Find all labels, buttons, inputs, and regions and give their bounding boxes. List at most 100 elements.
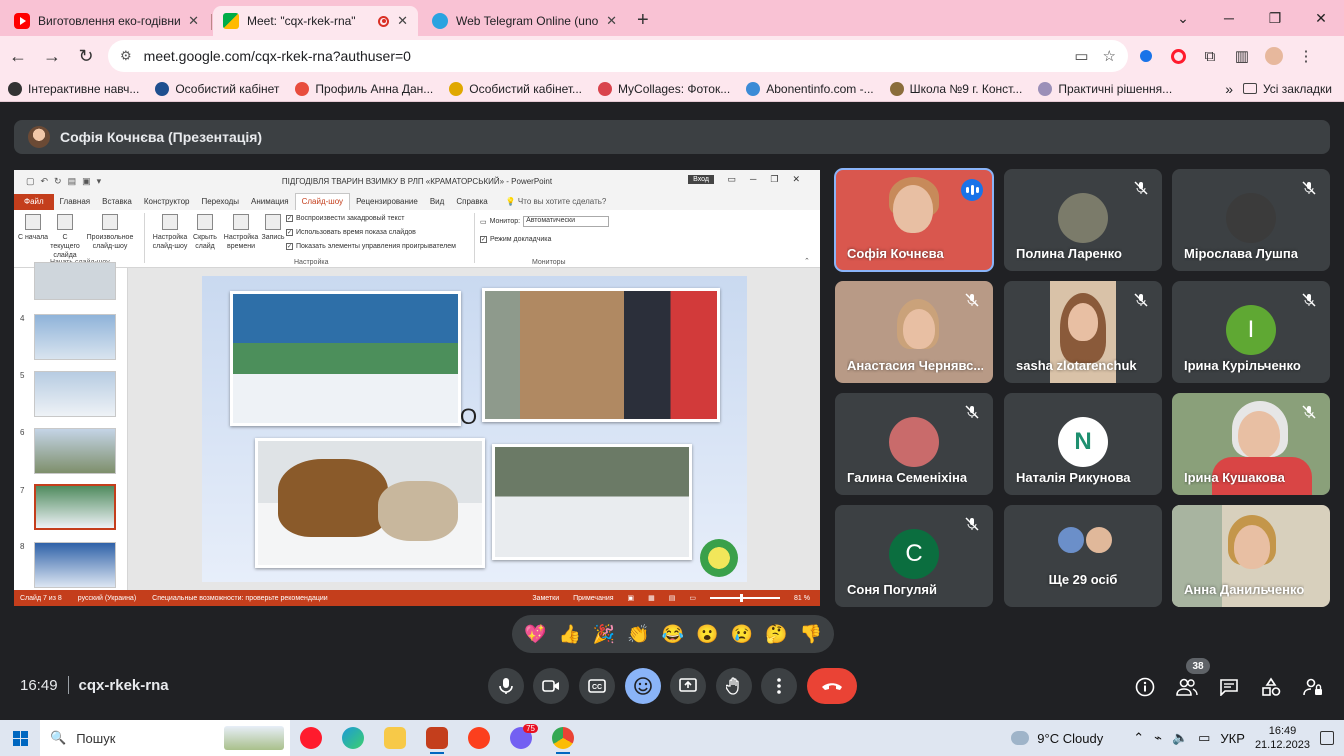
more-participants-tile[interactable]: Ще 29 осіб bbox=[1004, 505, 1162, 607]
browser-menu-icon[interactable]: ⋮ bbox=[1292, 42, 1320, 70]
accessibility-status[interactable]: Специальные возможности: проверьте реком… bbox=[152, 595, 328, 602]
tab-telegram[interactable]: Web Telegram Online (unoffici ✕ bbox=[422, 6, 627, 36]
sorter-view-icon[interactable]: ▦ bbox=[648, 594, 655, 602]
participant-tile[interactable]: Ірина Кушакова bbox=[1172, 393, 1330, 495]
raise-hand-button[interactable] bbox=[716, 668, 752, 704]
more-options-button[interactable] bbox=[761, 668, 797, 704]
slide-thumbnail[interactable] bbox=[34, 314, 116, 360]
participant-tile[interactable]: Анастасия Чернявс... bbox=[835, 281, 993, 383]
reaction-thumbs-up-icon[interactable]: 👍 bbox=[558, 624, 580, 645]
address-bar[interactable]: ⚙ meet.google.com/cqx-rkek-rna?authuser=… bbox=[108, 40, 1128, 72]
opera-extension-icon[interactable] bbox=[1164, 42, 1192, 70]
reaction-thinking-icon[interactable]: 🤔 bbox=[765, 624, 787, 645]
bookmark-item[interactable]: Особистий кабінет... bbox=[441, 81, 590, 96]
taskbar-app-explorer[interactable] bbox=[374, 720, 416, 756]
microphone-button[interactable] bbox=[488, 668, 524, 704]
notes-button[interactable]: Заметки bbox=[532, 595, 559, 602]
language-indicator[interactable]: УКР bbox=[1220, 731, 1245, 746]
reload-icon[interactable]: ↻ bbox=[70, 40, 102, 72]
current-slide[interactable]: О bbox=[202, 276, 747, 582]
extension-blue-icon[interactable] bbox=[1132, 42, 1160, 70]
checkbox-timings[interactable]: ✓ Использовать время показа слайдов bbox=[286, 229, 416, 236]
setup-slideshow-button[interactable]: Настройка слайд-шоу bbox=[150, 214, 190, 251]
chevron-up-icon[interactable]: ⌃ bbox=[1133, 730, 1144, 746]
more-bookmarks-icon[interactable]: » bbox=[1215, 81, 1243, 97]
reaction-sad-icon[interactable]: 😢 bbox=[731, 624, 753, 645]
participant-tile[interactable]: С Соня Погуляй bbox=[835, 505, 993, 607]
participant-tile[interactable]: sasha zlotarenchuk bbox=[1004, 281, 1162, 383]
reaction-thumbs-down-icon[interactable]: 👎 bbox=[800, 624, 822, 645]
zoom-level[interactable]: 81 % bbox=[794, 595, 810, 602]
ribbon-tab-animation[interactable]: Анимация bbox=[245, 197, 295, 210]
ribbon-tab-home[interactable]: Главная bbox=[54, 197, 96, 210]
tell-me-search[interactable]: 💡 Что вы хотите сделать? bbox=[500, 197, 613, 210]
participant-tile[interactable]: N Наталія Рикунова bbox=[1004, 393, 1162, 495]
reaction-clap-icon[interactable]: 👏 bbox=[627, 624, 649, 645]
back-icon[interactable]: ← bbox=[2, 40, 34, 72]
close-tab-icon[interactable]: ✕ bbox=[188, 13, 199, 29]
bookmark-item[interactable]: MyCollages: Фоток... bbox=[590, 81, 738, 96]
comments-button[interactable]: Примечания bbox=[573, 595, 613, 602]
volume-icon[interactable]: 🔈 bbox=[1172, 730, 1188, 746]
restore-icon[interactable]: ❐ bbox=[1252, 0, 1298, 36]
site-settings-icon[interactable]: ⚙ bbox=[120, 48, 132, 64]
ribbon-tab-view[interactable]: Вид bbox=[424, 197, 450, 210]
slide-thumbnail[interactable] bbox=[34, 542, 116, 588]
reaction-laugh-icon[interactable]: 😂 bbox=[662, 624, 684, 645]
tab-meet[interactable]: Meet: "cqx-rkek-rna" ✕ bbox=[213, 6, 418, 36]
ribbon-tab-slideshow[interactable]: Слайд-шоу bbox=[294, 193, 351, 210]
close-tab-icon[interactable]: ✕ bbox=[606, 13, 617, 29]
captions-button[interactable]: CC bbox=[579, 668, 615, 704]
slide-thumbnail-active[interactable] bbox=[34, 484, 116, 530]
language-indicator[interactable]: русский (Украина) bbox=[78, 595, 136, 602]
new-tab-icon[interactable]: + bbox=[637, 6, 649, 36]
from-beginning-button[interactable]: С начала bbox=[16, 214, 50, 242]
chevron-down-icon[interactable]: ⌄ bbox=[1160, 0, 1206, 36]
taskbar-search[interactable]: 🔍 Пошук bbox=[40, 720, 290, 756]
camera-icon[interactable]: ▭ bbox=[1074, 47, 1088, 65]
ribbon-tab-transitions[interactable]: Переходы bbox=[195, 197, 245, 210]
checkbox-narration[interactable]: ✓ Воспроизвести закадровый текст bbox=[286, 215, 404, 222]
bookmark-item[interactable]: Інтерактивне навч... bbox=[0, 81, 147, 96]
reaction-heart-icon[interactable]: 💖 bbox=[524, 624, 546, 645]
slide-thumbnail[interactable] bbox=[34, 371, 116, 417]
bookmark-item[interactable]: Особистий кабінет bbox=[147, 81, 287, 96]
bookmark-item[interactable]: Школа №9 г. Конст... bbox=[882, 81, 1031, 96]
people-icon[interactable] bbox=[1175, 675, 1199, 699]
meeting-details-icon[interactable] bbox=[1133, 675, 1157, 699]
reaction-party-icon[interactable]: 🎉 bbox=[593, 624, 615, 645]
ribbon-tab-design[interactable]: Конструктор bbox=[138, 197, 196, 210]
extensions-puzzle-icon[interactable]: ⧉ bbox=[1196, 42, 1224, 70]
slideshow-view-icon[interactable]: ▭ bbox=[689, 594, 696, 602]
from-current-slide-button[interactable]: С текущего слайда bbox=[48, 214, 82, 260]
close-tab-icon[interactable]: ✕ bbox=[397, 13, 408, 29]
ribbon-tab-help[interactable]: Справка bbox=[450, 197, 493, 210]
side-panel-icon[interactable]: ▥ bbox=[1228, 42, 1256, 70]
normal-view-icon[interactable]: ▣ bbox=[628, 594, 635, 602]
bookmark-item[interactable]: Практичні рішення... bbox=[1030, 81, 1180, 96]
custom-slideshow-button[interactable]: Произвольное слайд-шоу bbox=[86, 214, 134, 251]
taskbar-clock[interactable]: 16:49 21.12.2023 bbox=[1255, 724, 1310, 752]
bookmark-item[interactable]: Abonentinfo.com -... bbox=[738, 81, 881, 96]
taskbar-app-yandex[interactable] bbox=[458, 720, 500, 756]
reaction-surprised-icon[interactable]: 😮 bbox=[696, 624, 718, 645]
slide-thumbnail[interactable] bbox=[34, 262, 116, 300]
ribbon-tab-file[interactable]: Файл bbox=[14, 194, 54, 210]
taskbar-app-chrome[interactable] bbox=[542, 720, 584, 756]
minimize-icon[interactable]: ─ bbox=[1206, 0, 1252, 36]
network-icon[interactable]: ⌁ bbox=[1154, 730, 1162, 746]
url-text[interactable]: meet.google.com/cqx-rkek-rna?authuser=0 bbox=[144, 48, 1061, 64]
ribbon-tab-insert[interactable]: Вставка bbox=[96, 197, 138, 210]
taskbar-app-viber[interactable]: 75 bbox=[500, 720, 542, 756]
start-button[interactable] bbox=[0, 720, 40, 756]
taskbar-app-powerpoint[interactable] bbox=[416, 720, 458, 756]
leave-call-button[interactable] bbox=[807, 668, 857, 704]
activities-icon[interactable] bbox=[1259, 675, 1283, 699]
profile-avatar-icon[interactable] bbox=[1260, 42, 1288, 70]
close-window-icon[interactable]: ✕ bbox=[1298, 0, 1344, 36]
zoom-slider[interactable] bbox=[710, 594, 781, 602]
bookmark-star-icon[interactable]: ☆ bbox=[1103, 47, 1116, 65]
forward-icon[interactable]: → bbox=[36, 40, 68, 72]
notifications-icon[interactable] bbox=[1320, 731, 1334, 745]
chat-icon[interactable] bbox=[1217, 675, 1241, 699]
